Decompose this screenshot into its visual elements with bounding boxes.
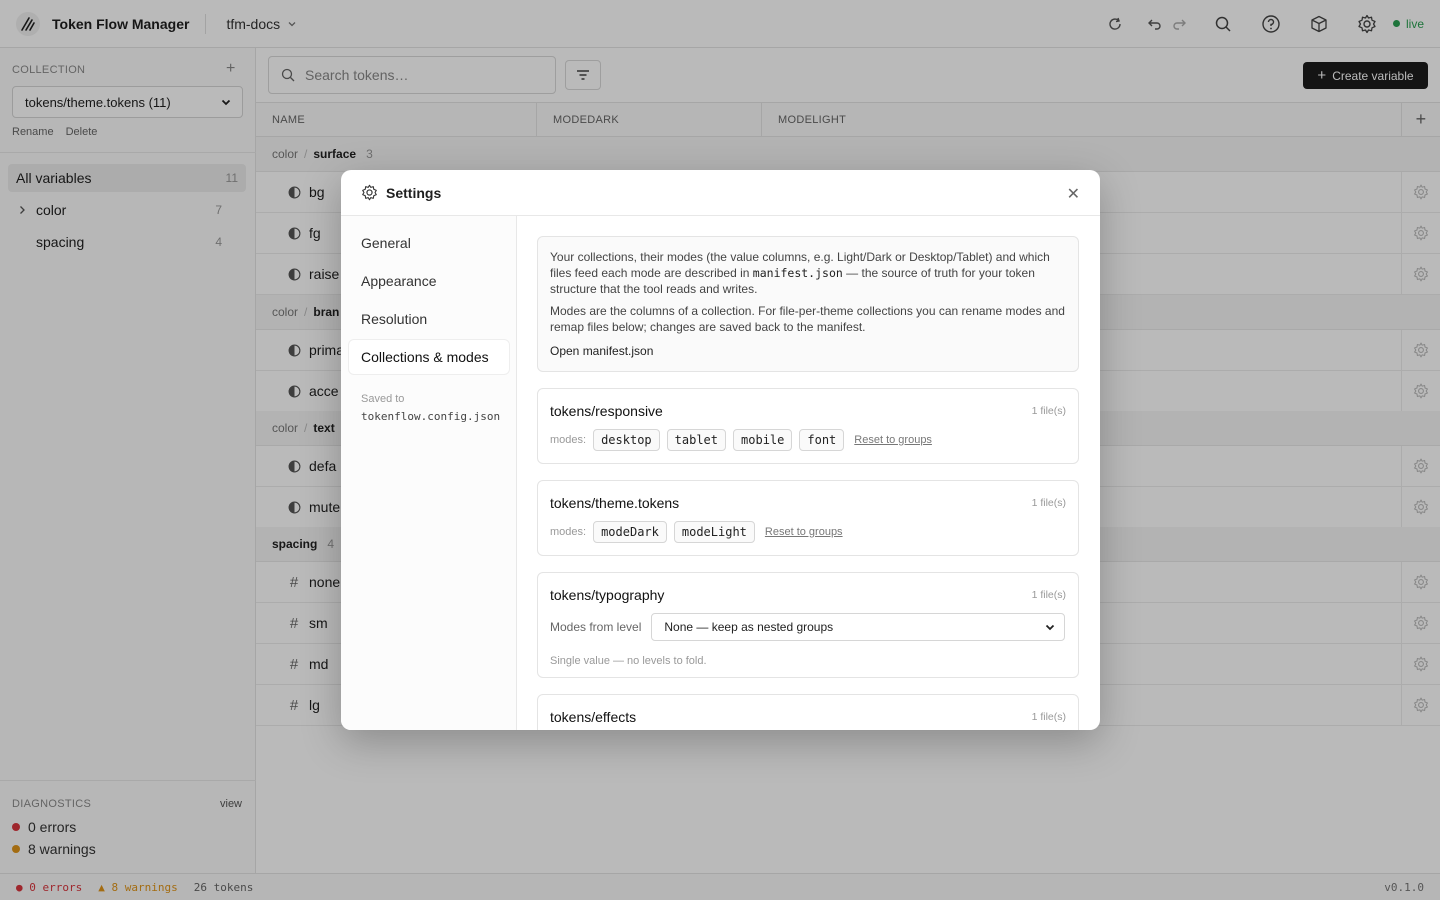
settings-nav-general[interactable]: General: [349, 226, 509, 260]
saved-to-info: Saved to tokenflow.config.json: [361, 390, 500, 426]
collection-card-typography: tokens/typography 1 file(s) Modes from l…: [537, 572, 1079, 678]
collection-file-count: 1 file(s): [1031, 711, 1066, 723]
collection-card-theme-tokens: tokens/theme.tokens 1 file(s) modes: mod…: [537, 480, 1079, 556]
modes-level-label: Modes from level: [550, 620, 642, 634]
collection-card-responsive: tokens/responsive 1 file(s) modes: deskt…: [537, 388, 1079, 464]
modes-level-select[interactable]: None — keep as nested groups: [651, 613, 1066, 641]
mode-chip[interactable]: mobile: [733, 429, 793, 451]
modes-level-row: Modes from level None — keep as nested g…: [550, 613, 1066, 641]
settings-content: Your collections, their modes (the value…: [517, 216, 1100, 730]
reset-to-groups-link[interactable]: Reset to groups: [854, 434, 932, 446]
info-paragraph: Modes are the columns of a collection. F…: [550, 304, 1065, 334]
modes-label: modes:: [550, 434, 587, 446]
collection-file-count: 1 file(s): [1031, 497, 1066, 509]
open-manifest-link[interactable]: Open manifest.json: [550, 343, 1066, 359]
settings-nav: General Appearance Resolution Collection…: [341, 216, 517, 730]
mode-chip[interactable]: tablet: [666, 429, 727, 451]
modes-level-value: None — keep as nested groups: [664, 620, 834, 634]
settings-modal: Settings ✕ General Appearance Resolution…: [341, 170, 1100, 730]
reset-to-groups-link[interactable]: Reset to groups: [765, 526, 843, 538]
modes-level-hint: Single value — no levels to fold.: [550, 655, 707, 667]
mode-chip[interactable]: font: [799, 429, 845, 451]
modes-label: modes:: [550, 526, 587, 538]
mode-chip[interactable]: modeDark: [593, 521, 667, 543]
mode-chip[interactable]: desktop: [593, 429, 660, 451]
gear-icon: [362, 184, 377, 201]
saved-to-label: Saved to: [361, 393, 405, 405]
collection-title: tokens/typography: [550, 587, 665, 603]
collection-file-count: 1 file(s): [1031, 405, 1066, 417]
modal-title: Settings: [386, 184, 442, 201]
settings-nav-appearance[interactable]: Appearance: [349, 264, 509, 298]
collection-title: tokens/theme.tokens: [550, 495, 680, 511]
collection-card-effects: tokens/effects 1 file(s): [537, 694, 1079, 730]
modes-list: modes: modeDark modeLight Reset to group…: [550, 521, 843, 543]
info-code: manifest.json: [752, 266, 843, 280]
modes-list: modes: desktop tablet mobile font Reset …: [550, 429, 932, 451]
chevron-down-icon: [1046, 624, 1055, 631]
settings-nav-resolution[interactable]: Resolution: [349, 302, 509, 336]
collection-file-count: 1 file(s): [1031, 589, 1066, 601]
saved-to-file: tokenflow.config.json: [361, 410, 501, 423]
collection-title: tokens/responsive: [550, 403, 663, 419]
manifest-info-box: Your collections, their modes (the value…: [537, 236, 1079, 372]
close-icon[interactable]: ✕: [1067, 184, 1080, 204]
modal-header: Settings ✕: [341, 170, 1100, 216]
settings-nav-collections-modes[interactable]: Collections & modes: [349, 340, 509, 374]
info-paragraph: Your collections, their modes (the value…: [550, 249, 1066, 297]
mode-chip[interactable]: modeLight: [673, 521, 755, 543]
collection-title: tokens/effects: [550, 709, 637, 725]
